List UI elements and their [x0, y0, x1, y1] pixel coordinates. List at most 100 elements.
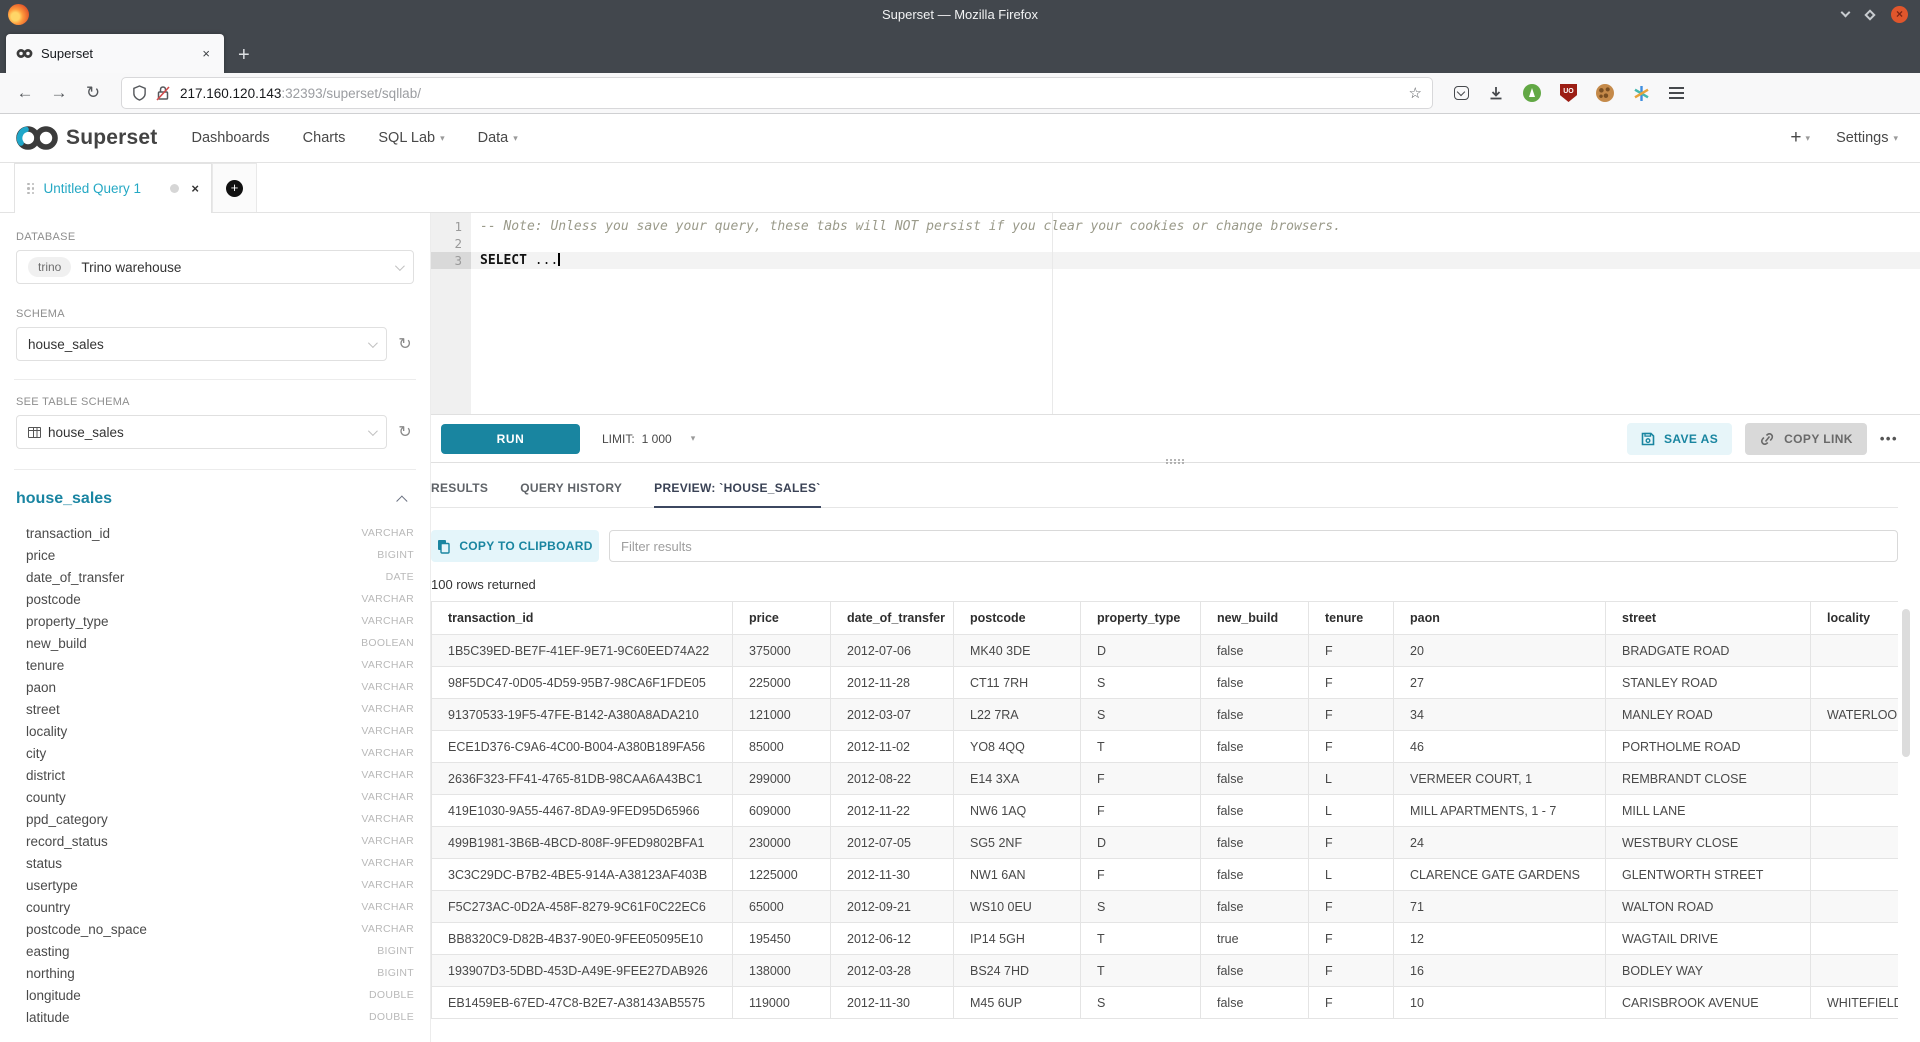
schema-column-row[interactable]: new_buildBOOLEAN: [16, 632, 414, 654]
query-tabs-bar: Untitled Query 1 × +: [0, 163, 1920, 213]
window-close-icon[interactable]: ×: [1891, 6, 1908, 23]
schema-column-row[interactable]: postcodeVARCHAR: [16, 588, 414, 610]
pocket-icon[interactable]: [1454, 86, 1469, 100]
tab-preview-house-sales[interactable]: PREVIEW: `HOUSE_SALES`: [654, 481, 820, 507]
database-select[interactable]: trino Trino warehouse: [16, 250, 414, 284]
column-header[interactable]: tenure: [1309, 602, 1394, 635]
table-cell: F: [1309, 987, 1394, 1019]
menu-hamburger-icon[interactable]: [1669, 87, 1684, 99]
table-cell: BS24 7HD: [954, 955, 1081, 987]
query-tab-close-icon[interactable]: ×: [191, 181, 199, 196]
more-options-button[interactable]: •••: [1880, 431, 1898, 446]
column-header[interactable]: paon: [1394, 602, 1606, 635]
table-cell: 138000: [733, 955, 831, 987]
refresh-icon[interactable]: ↻: [76, 83, 110, 103]
table-row: 419E1030-9A55-4467-8DA9-9FED95D659666090…: [432, 795, 1899, 827]
schema-column-row[interactable]: statusVARCHAR: [16, 852, 414, 874]
limit-dropdown[interactable]: LIMIT: 1 000 ▾: [602, 432, 695, 446]
table-row: F5C273AC-0D2A-458F-8279-9C61F0C22EC66500…: [432, 891, 1899, 923]
schema-column-row[interactable]: tenureVARCHAR: [16, 654, 414, 676]
schema-column-row[interactable]: ppd_categoryVARCHAR: [16, 808, 414, 830]
cookie-extension-icon[interactable]: [1596, 84, 1614, 102]
table-cell: REMBRANDT CLOSE: [1606, 763, 1811, 795]
schema-column-row[interactable]: cityVARCHAR: [16, 742, 414, 764]
ublock-icon[interactable]: UO: [1560, 84, 1577, 102]
refresh-schema-icon[interactable]: ↻: [396, 334, 414, 354]
insecure-lock-icon[interactable]: [156, 85, 170, 101]
sql-editor[interactable]: 1 2 3 -- Note: Unless you save your quer…: [431, 213, 1920, 414]
column-type: VARCHAR: [361, 835, 414, 847]
vertical-scrollbar[interactable]: [1902, 609, 1910, 757]
browser-tab-title: Superset: [41, 46, 198, 61]
superset-brand[interactable]: Superset: [14, 123, 157, 153]
drag-handle-icon[interactable]: [27, 183, 35, 195]
url-bar[interactable]: 217.160.120.143:32393/superset/sqllab/ ☆: [122, 78, 1432, 108]
back-icon[interactable]: ←: [8, 83, 42, 103]
filter-results-input[interactable]: [609, 530, 1898, 562]
schema-column-row[interactable]: northingBIGINT: [16, 962, 414, 984]
save-as-button[interactable]: SAVE AS: [1627, 423, 1732, 455]
schema-column-row[interactable]: record_statusVARCHAR: [16, 830, 414, 852]
column-header[interactable]: transaction_id: [432, 602, 733, 635]
window-minimize-icon[interactable]: [1841, 8, 1851, 18]
nav-item-data[interactable]: Data▾: [478, 130, 518, 146]
schema-column-row[interactable]: districtVARCHAR: [16, 764, 414, 786]
schema-column-row[interactable]: property_typeVARCHAR: [16, 610, 414, 632]
schema-column-row[interactable]: localityVARCHAR: [16, 720, 414, 742]
query-tab-active[interactable]: Untitled Query 1 ×: [14, 163, 212, 213]
schema-column-row[interactable]: streetVARCHAR: [16, 698, 414, 720]
new-tab-button[interactable]: +: [238, 45, 250, 65]
copy-to-clipboard-button[interactable]: COPY TO CLIPBOARD: [431, 530, 599, 562]
nav-item-dashboards[interactable]: Dashboards: [191, 130, 269, 146]
column-header[interactable]: street: [1606, 602, 1811, 635]
schema-column-row[interactable]: longitudeDOUBLE: [16, 984, 414, 1006]
new-item-button[interactable]: +▾: [1790, 127, 1810, 149]
forward-icon[interactable]: →: [42, 83, 76, 103]
table-name-heading[interactable]: house_sales: [16, 490, 112, 508]
schema-select[interactable]: house_sales: [16, 327, 387, 361]
browser-tab[interactable]: Superset ×: [6, 34, 224, 73]
schema-column-row[interactable]: postcode_no_spaceVARCHAR: [16, 918, 414, 940]
schema-column-row[interactable]: countryVARCHAR: [16, 896, 414, 918]
schema-column-row[interactable]: eastingBIGINT: [16, 940, 414, 962]
nav-item-sql-lab[interactable]: SQL Lab▾: [378, 130, 444, 146]
schema-column-row[interactable]: priceBIGINT: [16, 544, 414, 566]
tab-query-history[interactable]: QUERY HISTORY: [520, 481, 622, 507]
add-query-tab-button[interactable]: +: [212, 163, 257, 212]
column-name: district: [26, 768, 65, 783]
column-header[interactable]: price: [733, 602, 831, 635]
schema-column-row[interactable]: transaction_idVARCHAR: [16, 522, 414, 544]
schema-column-row[interactable]: paonVARCHAR: [16, 676, 414, 698]
table-schema-select[interactable]: house_sales: [16, 415, 387, 449]
bookmark-star-icon[interactable]: ☆: [1409, 84, 1422, 102]
schema-column-row[interactable]: date_of_transferDATE: [16, 566, 414, 588]
extension-asterisk-icon[interactable]: [1633, 85, 1650, 102]
column-header[interactable]: locality: [1811, 602, 1899, 635]
column-name: postcode_no_space: [26, 922, 147, 937]
pane-resize-handle[interactable]: [1166, 459, 1186, 465]
privacy-badger-icon[interactable]: [1523, 84, 1541, 102]
table-cell: 46: [1394, 731, 1606, 763]
settings-menu[interactable]: Settings▾: [1836, 130, 1898, 146]
column-header[interactable]: new_build: [1201, 602, 1309, 635]
column-header[interactable]: property_type: [1081, 602, 1201, 635]
column-header[interactable]: date_of_transfer: [831, 602, 954, 635]
schema-column-row[interactable]: latitudeDOUBLE: [16, 1006, 414, 1028]
table-cell: 230000: [733, 827, 831, 859]
shield-permissions-icon[interactable]: [132, 85, 147, 101]
window-maximize-icon[interactable]: [1864, 9, 1875, 20]
schema-column-row[interactable]: usertypeVARCHAR: [16, 874, 414, 896]
tab-results[interactable]: RESULTS: [431, 481, 488, 507]
table-cell: MK40 3DE: [954, 635, 1081, 667]
column-header[interactable]: postcode: [954, 602, 1081, 635]
run-button[interactable]: RUN: [441, 424, 580, 454]
column-type: VARCHAR: [361, 747, 414, 759]
collapse-chevron-icon[interactable]: [396, 495, 407, 506]
refresh-table-icon[interactable]: ↻: [396, 422, 414, 442]
schema-column-row[interactable]: countyVARCHAR: [16, 786, 414, 808]
copy-link-button[interactable]: COPY LINK: [1745, 423, 1867, 455]
nav-item-charts[interactable]: Charts: [303, 130, 346, 146]
downloads-icon[interactable]: [1488, 85, 1504, 101]
tab-close-icon[interactable]: ×: [198, 46, 214, 61]
column-name: street: [26, 702, 60, 717]
